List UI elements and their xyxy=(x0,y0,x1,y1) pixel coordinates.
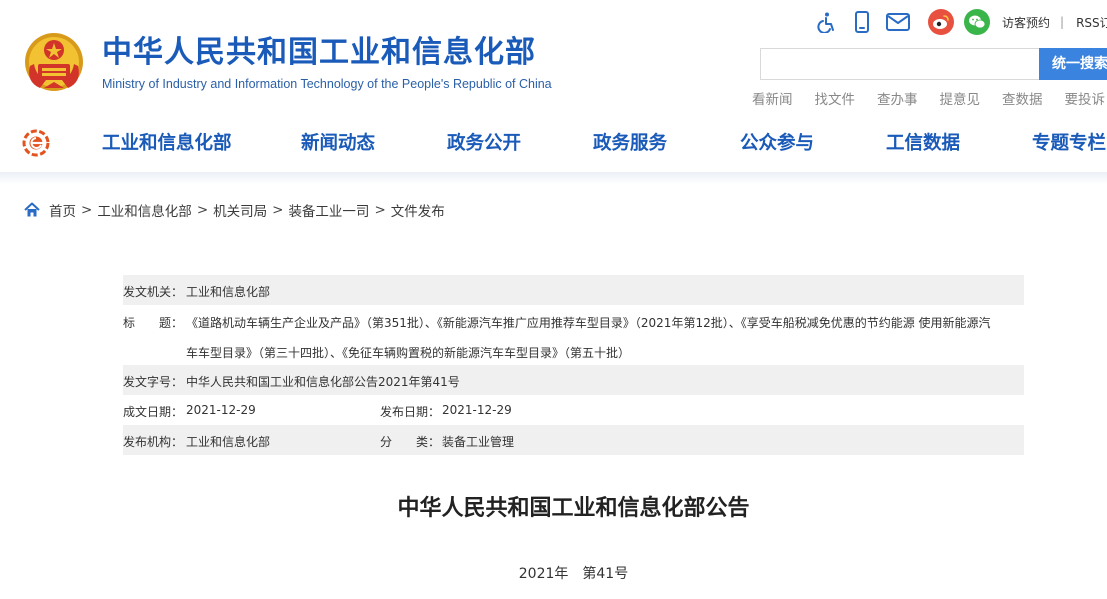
issuer-value: 工业和信息化部 xyxy=(186,285,271,299)
national-emblem-logo[interactable] xyxy=(22,30,86,94)
mobile-icon[interactable] xyxy=(850,10,874,34)
published-date-value: 2021-12-29 xyxy=(442,403,512,417)
nav-item-data[interactable]: 工信数据 xyxy=(886,130,960,158)
breadcrumb-home[interactable]: 首页 xyxy=(49,200,76,220)
meta-row-issuer: 发文机关： 工业和信息化部 xyxy=(123,275,1024,305)
nav-item-news[interactable]: 新闻动态 xyxy=(301,130,375,158)
tools-separator: | xyxy=(1060,15,1065,29)
weibo-icon[interactable] xyxy=(928,9,954,35)
meta-row-dates: 成文日期： 2021-12-29 发布日期： 2021-12-29 xyxy=(123,395,1024,425)
breadcrumb: 首页 > 工业和信息化部 > 机关司局 > 装备工业一司 > 文件发布 xyxy=(24,200,445,220)
announcement-number: 2021年 第41号 xyxy=(518,566,629,582)
title-value-line1: 《道路机动车辆生产企业及产品》（第351批）、《新能源汽车推广应用推荐车型目录》… xyxy=(186,316,991,330)
breadcrumb-separator: > xyxy=(374,202,386,218)
accessibility-icon[interactable] xyxy=(814,10,838,34)
search-input[interactable] xyxy=(760,48,1040,80)
rss-link[interactable]: RSS订阅 xyxy=(1076,14,1107,31)
visitor-booking-link[interactable]: 访客预约 xyxy=(1002,14,1050,31)
org-label: 发布机构： xyxy=(123,435,184,449)
mail-icon[interactable] xyxy=(886,10,910,34)
created-date-label: 成文日期： xyxy=(123,405,184,419)
category-label: 分 类： xyxy=(380,435,441,449)
category-value: 装备工业管理 xyxy=(442,435,515,449)
breadcrumb-separator: > xyxy=(81,202,93,218)
quick-link-complaint[interactable]: 要投诉 xyxy=(1065,88,1106,108)
header-tools: 访客预约 | RSS订阅 xyxy=(814,8,1107,36)
nav-item-public-participation[interactable]: 公众参与 xyxy=(740,130,814,158)
breadcrumb-file-release[interactable]: 文件发布 xyxy=(391,200,445,220)
title-value-line2: 车车型目录》（第三十四批）、《免征车辆购置税的新能源汽车车型目录》（第五十批） xyxy=(186,346,631,360)
quick-link-news[interactable]: 看新闻 xyxy=(752,88,793,108)
breadcrumb-equipment-dept[interactable]: 装备工业一司 xyxy=(288,200,369,220)
breadcrumb-separator: > xyxy=(272,202,284,218)
quick-link-files[interactable]: 找文件 xyxy=(815,88,856,108)
quick-links: 看新闻 找文件 查办事 提意见 查数据 要投诉 xyxy=(752,88,1107,108)
unified-search-button[interactable]: 统一搜索 xyxy=(1039,48,1107,80)
site-subtitle: Ministry of Industry and Information Tec… xyxy=(102,77,552,91)
title-label: 标 题： xyxy=(123,316,184,330)
quick-link-data[interactable]: 查数据 xyxy=(1002,88,1043,108)
nav-item-gov-affairs[interactable]: 政务公开 xyxy=(447,130,521,158)
nav-item-miit[interactable]: 工业和信息化部 xyxy=(102,130,232,158)
published-date-label: 发布日期： xyxy=(380,405,441,419)
issuer-label: 发文机关： xyxy=(123,285,184,299)
main-nav: 工业和信息化部 新闻动态 政务公开 政务服务 公众参与 工信数据 专题专栏 xyxy=(0,130,1107,158)
meta-row-doc-no: 发文字号： 中华人民共和国工业和信息化部公告2021年第41号 xyxy=(123,365,1024,395)
site-title[interactable]: 中华人民共和国工业和信息化部 xyxy=(102,36,536,70)
wechat-icon[interactable] xyxy=(964,9,990,35)
home-icon[interactable] xyxy=(24,202,40,218)
meta-row-org: 发布机构： 工业和信息化部 分 类： 装备工业管理 xyxy=(123,425,1024,455)
org-value: 工业和信息化部 xyxy=(186,435,271,449)
quick-link-services[interactable]: 查办事 xyxy=(877,88,918,108)
nav-item-special-topics[interactable]: 专题专栏 xyxy=(1032,130,1106,158)
breadcrumb-separator: > xyxy=(196,202,209,218)
nav-item-gov-services[interactable]: 政务服务 xyxy=(593,130,667,158)
breadcrumb-departments[interactable]: 机关司局 xyxy=(213,200,267,220)
nav-divider xyxy=(0,172,1107,184)
doc-no-value: 中华人民共和国工业和信息化部公告2021年第41号 xyxy=(186,375,460,389)
article-title: 中华人民共和国工业和信息化部公告 xyxy=(397,496,750,521)
doc-no-label: 发文字号： xyxy=(123,375,184,389)
created-date-value: 2021-12-29 xyxy=(186,403,256,417)
meta-row-title: 标 题： 《道路机动车辆生产企业及产品》（第351批）、《新能源汽车推广应用推荐… xyxy=(123,305,1024,365)
breadcrumb-miit[interactable]: 工业和信息化部 xyxy=(97,200,192,220)
quick-link-feedback[interactable]: 提意见 xyxy=(940,88,981,108)
